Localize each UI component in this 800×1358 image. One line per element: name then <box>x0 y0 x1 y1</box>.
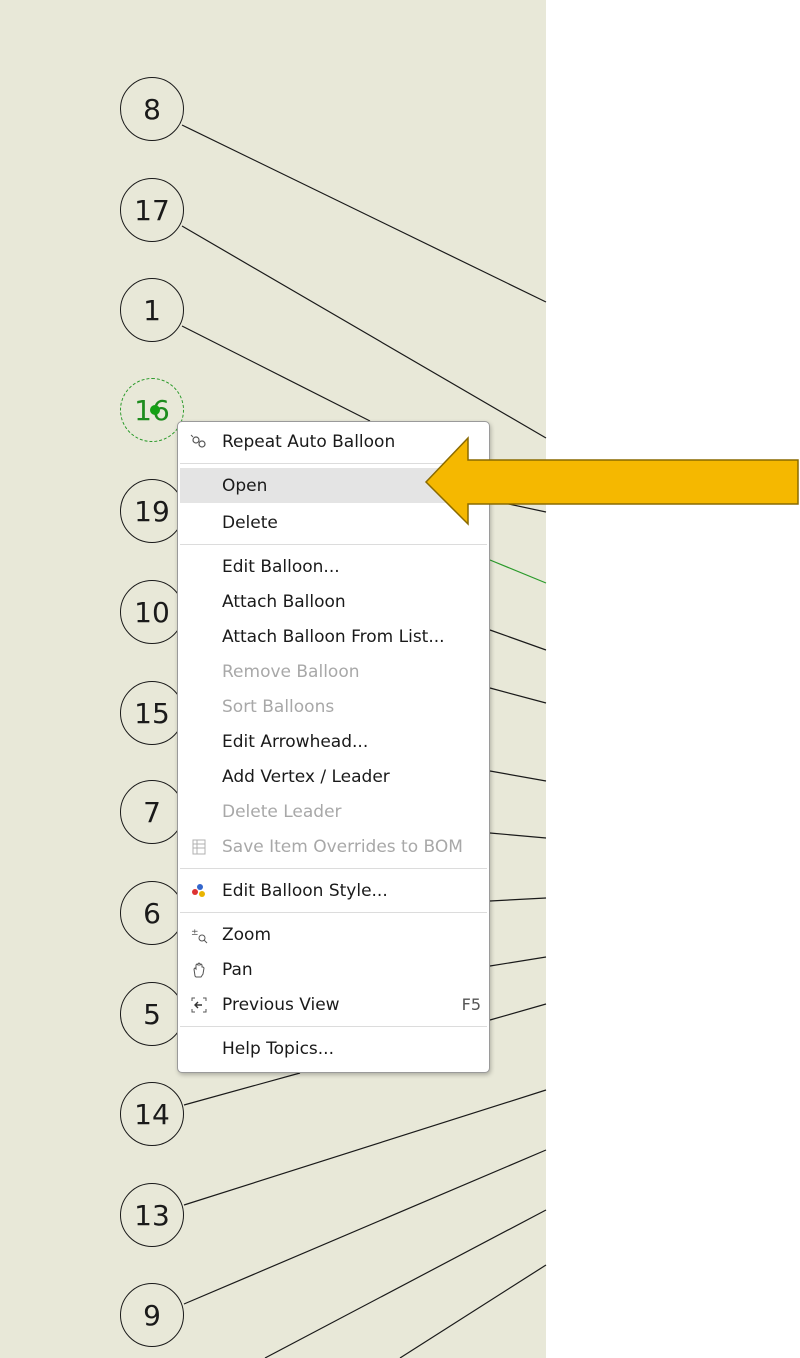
balloon[interactable]: 7 <box>120 780 184 844</box>
menu-item-label: Repeat Auto Balloon <box>222 431 396 452</box>
balloon-label: 5 <box>143 997 161 1031</box>
menu-item-delete-leader: Delete Leader <box>178 794 489 829</box>
balloon[interactable]: 13 <box>120 1183 184 1247</box>
balloon[interactable]: 6 <box>120 881 184 945</box>
menu-item-save-item-overrides: Save Item Overrides to BOM <box>178 829 489 864</box>
menu-item-label: Delete <box>222 512 278 533</box>
balloon-label: 17 <box>134 193 170 227</box>
leader-line <box>489 1003 547 1021</box>
menu-item-label: Sort Balloons <box>222 696 335 717</box>
menu-item-label: Delete Leader <box>222 801 342 822</box>
menu-item-add-vertex-leader[interactable]: Add Vertex / Leader <box>178 759 489 794</box>
menu-item-label: Edit Balloon Style... <box>222 880 388 901</box>
hand-icon <box>190 961 208 979</box>
leader-line <box>399 1264 547 1358</box>
menu-item-label: Edit Arrowhead... <box>222 731 369 752</box>
menu-separator <box>180 912 487 913</box>
leader-line <box>183 1089 547 1206</box>
shortcut-label: F5 <box>461 995 481 1014</box>
leader-line <box>489 956 547 967</box>
balloon[interactable]: 8 <box>120 77 184 141</box>
menu-item-label: Attach Balloon <box>222 591 346 612</box>
grip-point-icon[interactable] <box>150 405 160 415</box>
table-icon <box>190 838 208 856</box>
balloon[interactable]: 19 <box>120 479 184 543</box>
previous-view-icon <box>190 996 208 1014</box>
balloon-label: 9 <box>143 1298 161 1332</box>
leader-line <box>183 1149 547 1305</box>
balloon[interactable]: 9 <box>120 1283 184 1347</box>
menu-item-remove-balloon: Remove Balloon <box>178 654 489 689</box>
menu-separator <box>180 544 487 545</box>
leader-line <box>181 325 371 422</box>
balloon[interactable]: 1 <box>120 278 184 342</box>
leader-line <box>489 897 547 902</box>
menu-item-label: Edit Balloon... <box>222 556 340 577</box>
balloon-label: 1 <box>143 293 161 327</box>
leader-line <box>489 770 547 782</box>
balloon-label: 8 <box>143 92 161 126</box>
menu-item-edit-arrowhead[interactable]: Edit Arrowhead... <box>178 724 489 759</box>
leader-line <box>489 832 547 839</box>
leader-line <box>183 1072 301 1106</box>
balloon-label: 19 <box>134 494 170 528</box>
balloon[interactable]: 5 <box>120 982 184 1046</box>
menu-item-sort-balloons: Sort Balloons <box>178 689 489 724</box>
menu-item-pan[interactable]: Pan <box>178 952 489 987</box>
leader-line <box>181 124 547 303</box>
balloon[interactable]: 17 <box>120 178 184 242</box>
menu-item-zoom[interactable]: ± Zoom <box>178 917 489 952</box>
menu-item-label: Pan <box>222 959 253 980</box>
zoom-icon: ± <box>190 926 208 944</box>
menu-item-previous-view[interactable]: Previous View F5 <box>178 987 489 1022</box>
balloon-label: 14 <box>134 1097 170 1131</box>
menu-item-label: Attach Balloon From List... <box>222 626 445 647</box>
callout-arrow-icon <box>424 436 799 526</box>
menu-item-edit-balloon-style[interactable]: Edit Balloon Style... <box>178 873 489 908</box>
menu-item-edit-balloon[interactable]: Edit Balloon... <box>178 549 489 584</box>
balloon-label: 7 <box>143 795 161 829</box>
balloon[interactable]: 15 <box>120 681 184 745</box>
menu-item-label: Save Item Overrides to BOM <box>222 836 463 857</box>
balloon-label: 6 <box>143 896 161 930</box>
menu-item-label: Open <box>222 475 268 496</box>
menu-separator <box>180 1026 487 1027</box>
leader-line <box>489 629 547 651</box>
leader-line <box>181 225 547 439</box>
menu-separator <box>180 868 487 869</box>
style-icon <box>190 882 208 900</box>
menu-item-label: Previous View <box>222 994 340 1015</box>
menu-item-label: Remove Balloon <box>222 661 360 682</box>
balloon[interactable]: 14 <box>120 1082 184 1146</box>
menu-item-label: Zoom <box>222 924 272 945</box>
leader-line <box>264 1209 547 1358</box>
menu-item-attach-balloon-from-list[interactable]: Attach Balloon From List... <box>178 619 489 654</box>
balloon-label: 13 <box>134 1198 170 1232</box>
balloon-label: 10 <box>134 595 170 629</box>
balloon-label: 15 <box>134 696 170 730</box>
menu-item-attach-balloon[interactable]: Attach Balloon <box>178 584 489 619</box>
balloon-selected[interactable]: 16 <box>120 378 184 442</box>
menu-item-help-topics[interactable]: Help Topics... <box>178 1031 489 1066</box>
svg-text:±: ± <box>191 928 199 938</box>
menu-item-label: Add Vertex / Leader <box>222 766 390 787</box>
auto-balloon-icon <box>190 433 208 451</box>
balloon[interactable]: 10 <box>120 580 184 644</box>
selected-leader-line <box>489 559 547 584</box>
menu-item-label: Help Topics... <box>222 1038 334 1059</box>
leader-line <box>489 687 547 704</box>
